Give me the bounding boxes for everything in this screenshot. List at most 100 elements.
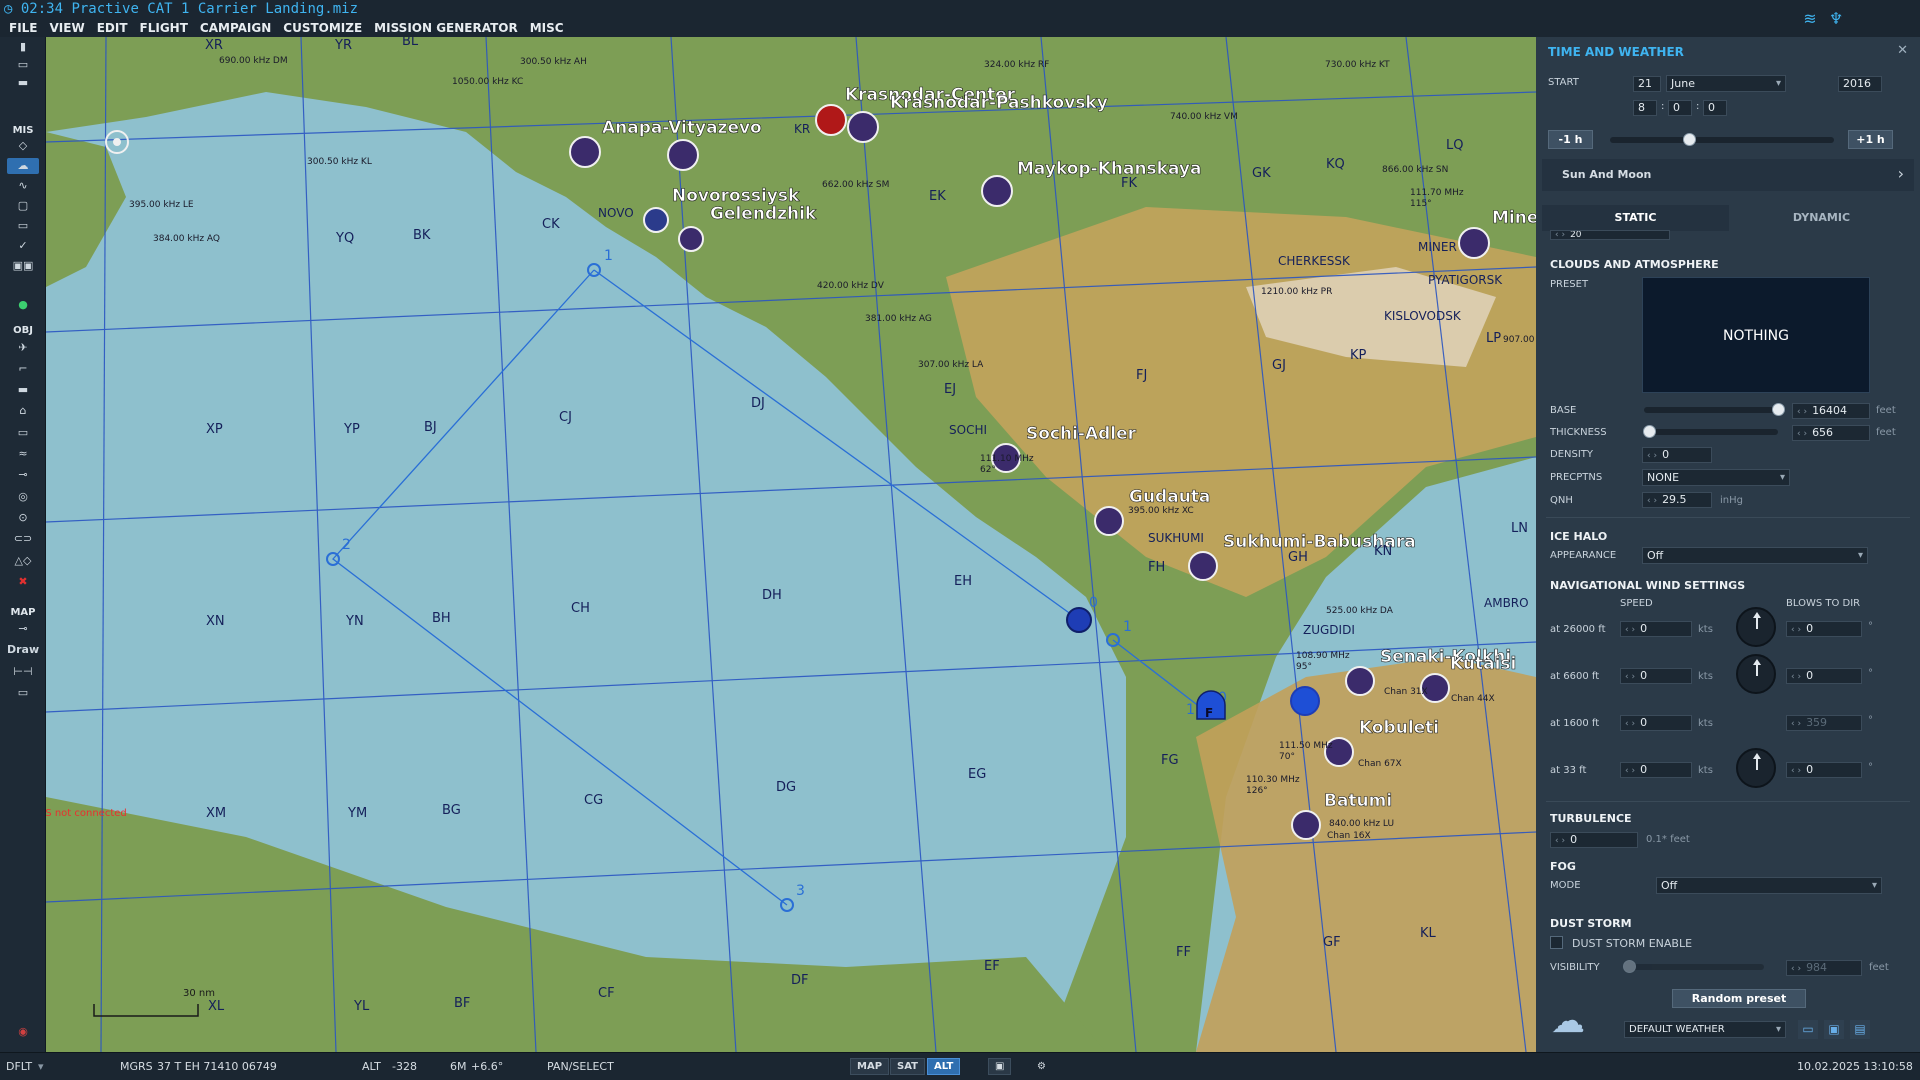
airfield-mineralnye[interactable] [1458, 227, 1490, 259]
menu-flight[interactable]: FLIGHT [140, 19, 188, 37]
ruler-icon[interactable]: ⊸ [7, 621, 39, 637]
second-field[interactable]: 0 [1703, 100, 1727, 116]
airfield-gudauta[interactable] [1094, 506, 1124, 536]
fog-mode-select[interactable]: Off [1656, 877, 1882, 894]
day-field[interactable]: 21 [1633, 76, 1661, 92]
base-slider[interactable] [1644, 403, 1785, 416]
triggers-tool-icon[interactable]: ▢ [7, 198, 39, 214]
map-options-icon[interactable]: ▭ [7, 685, 39, 701]
open-file-icon[interactable]: ▭ [7, 57, 39, 73]
menu-campaign[interactable]: CAMPAIGN [200, 19, 271, 37]
record-icon[interactable]: ◉ [7, 1024, 39, 1040]
time-slider[interactable] [1610, 133, 1834, 146]
aircraft-icon[interactable]: ✈ [7, 340, 39, 356]
thickness-slider[interactable] [1643, 425, 1778, 438]
weather-tool-icon[interactable]: ☁ [7, 158, 39, 174]
month-select[interactable]: June [1666, 75, 1786, 92]
dust-storm-checkbox[interactable] [1550, 936, 1563, 949]
menu-view[interactable]: VIEW [50, 19, 85, 37]
zones-tool-icon[interactable]: ▣▣ [7, 258, 39, 274]
turbulence-field[interactable]: ‹ › 0 [1550, 832, 1638, 848]
airfield-gelendzhik[interactable] [678, 226, 704, 252]
base-field[interactable]: ‹ › 16404 [1792, 403, 1870, 419]
wind-dir-0[interactable]: ‹ › 0 [1786, 621, 1862, 637]
map-mode-button[interactable]: MAP [850, 1058, 890, 1075]
random-preset-button[interactable]: Random preset [1672, 989, 1806, 1008]
ground-unit-icon[interactable]: ▬ [7, 382, 39, 398]
check-tool-icon[interactable]: ✓ [7, 238, 39, 254]
bullseye-icon[interactable]: ◎ [7, 489, 39, 505]
airfield-novorossiysk[interactable] [643, 207, 669, 233]
airfield-krasnodar-center[interactable] [815, 104, 847, 136]
visibility-slider-knob[interactable] [1623, 960, 1636, 973]
wind-dir-1[interactable]: ‹ › 0 [1786, 668, 1862, 684]
thickness-field[interactable]: ‹ › 656 [1792, 425, 1870, 441]
wind-dir-2[interactable]: ‹ › 359 [1786, 715, 1862, 731]
precip-select[interactable]: NONE [1642, 469, 1790, 486]
wind-speed-1[interactable]: ‹ › 0 [1620, 668, 1692, 684]
visibility-slider[interactable] [1623, 960, 1764, 973]
sun-moon-row[interactable]: Sun And Moon › [1542, 159, 1914, 191]
year-field[interactable]: 2016 [1838, 76, 1882, 92]
trash-icon[interactable]: ▤ [1850, 1020, 1870, 1039]
minus-hour-button[interactable]: -1 h [1548, 130, 1593, 149]
menu-mission-generator[interactable]: MISSION GENERATOR [374, 19, 518, 37]
time-slider-knob[interactable] [1683, 133, 1696, 146]
wind-dial-1[interactable] [1736, 654, 1776, 694]
menu-file[interactable]: FILE [9, 19, 38, 37]
preset-preview[interactable]: NOTHING [1642, 277, 1870, 393]
airfield-krymsk[interactable] [667, 139, 699, 171]
screenshot-icon[interactable]: ▣ [988, 1058, 1012, 1075]
thickness-slider-knob[interactable] [1643, 425, 1656, 438]
wind-dial-3[interactable] [1736, 748, 1776, 788]
wind-speed-3[interactable]: ‹ › 0 [1620, 762, 1692, 778]
group-icon[interactable]: ⊂⊃ [7, 531, 39, 547]
visibility-field[interactable]: ‹ › 984 [1786, 960, 1862, 976]
fly-tool-icon[interactable]: ● [7, 297, 39, 313]
wind-speed-0[interactable]: ‹ › 0 [1620, 621, 1692, 637]
weather-template-select[interactable]: DEFAULT WEATHER [1624, 1021, 1786, 1038]
density-field[interactable]: ‹ › 0 [1642, 447, 1712, 463]
settings-gear-icon[interactable]: ⚙ [1030, 1058, 1053, 1075]
plus-hour-button[interactable]: +1 h [1848, 130, 1893, 149]
qnh-field[interactable]: ‹ › 29.5 [1642, 492, 1712, 508]
tab-static[interactable]: STATIC [1542, 205, 1729, 231]
tab-dynamic[interactable]: DYNAMIC [1729, 205, 1914, 231]
partial-field[interactable]: ‹ › 20 [1550, 230, 1670, 240]
hour-field[interactable]: 8 [1633, 100, 1657, 116]
menu-edit[interactable]: EDIT [97, 19, 128, 37]
goals-tool-icon[interactable]: ∿ [7, 178, 39, 194]
ship-icon[interactable]: ⌂ [7, 403, 39, 419]
helicopter-icon[interactable]: ⌐ [7, 361, 39, 377]
airfield-anapa[interactable] [569, 136, 601, 168]
wind-speed-2[interactable]: ‹ › 0 [1620, 715, 1692, 731]
target-icon[interactable]: ⊙ [7, 510, 39, 526]
nav-point-icon[interactable]: ⊸ [7, 467, 39, 483]
minute-field[interactable]: 0 [1668, 100, 1692, 116]
appearance-select[interactable]: Off [1642, 547, 1868, 564]
open-folder-icon[interactable]: ▭ [1798, 1020, 1818, 1039]
airfield-sukhumi[interactable] [1188, 551, 1218, 581]
close-icon[interactable]: ✕ [1897, 43, 1908, 58]
profile-select[interactable]: DFLT [6, 1060, 32, 1073]
wind-dir-3[interactable]: ‹ › 0 [1786, 762, 1862, 778]
aircraft-unit[interactable] [1066, 607, 1092, 633]
wifi-icon[interactable]: ≋ [1800, 9, 1820, 29]
measure-icon[interactable]: ⊢⊣ [7, 664, 39, 680]
briefing-tool-icon[interactable]: ▭ [7, 218, 39, 234]
save-file-icon[interactable]: ▬ [7, 75, 39, 91]
alt-mode-button[interactable]: ALT [927, 1058, 961, 1075]
save-icon[interactable]: ▣ [1824, 1020, 1844, 1039]
base-slider-knob[interactable] [1772, 403, 1785, 416]
shapes-icon[interactable]: △◇ [7, 553, 39, 569]
menu-misc[interactable]: MISC [530, 19, 564, 37]
map-view[interactable]: 1 2 3 0 1 0 1 F [46, 37, 1536, 1052]
menu-customize[interactable]: CUSTOMIZE [283, 19, 362, 37]
map-canvas[interactable]: 1 2 3 0 1 0 1 F [46, 37, 1536, 1052]
template-icon[interactable]: ≈ [7, 446, 39, 462]
route-tool-icon[interactable]: ◇ [7, 138, 39, 154]
sat-mode-button[interactable]: SAT [890, 1058, 925, 1075]
airfield-batumi[interactable] [1291, 810, 1321, 840]
draw-tool-button[interactable]: Draw [7, 642, 39, 658]
antenna-icon[interactable]: ♆ [1826, 9, 1846, 29]
